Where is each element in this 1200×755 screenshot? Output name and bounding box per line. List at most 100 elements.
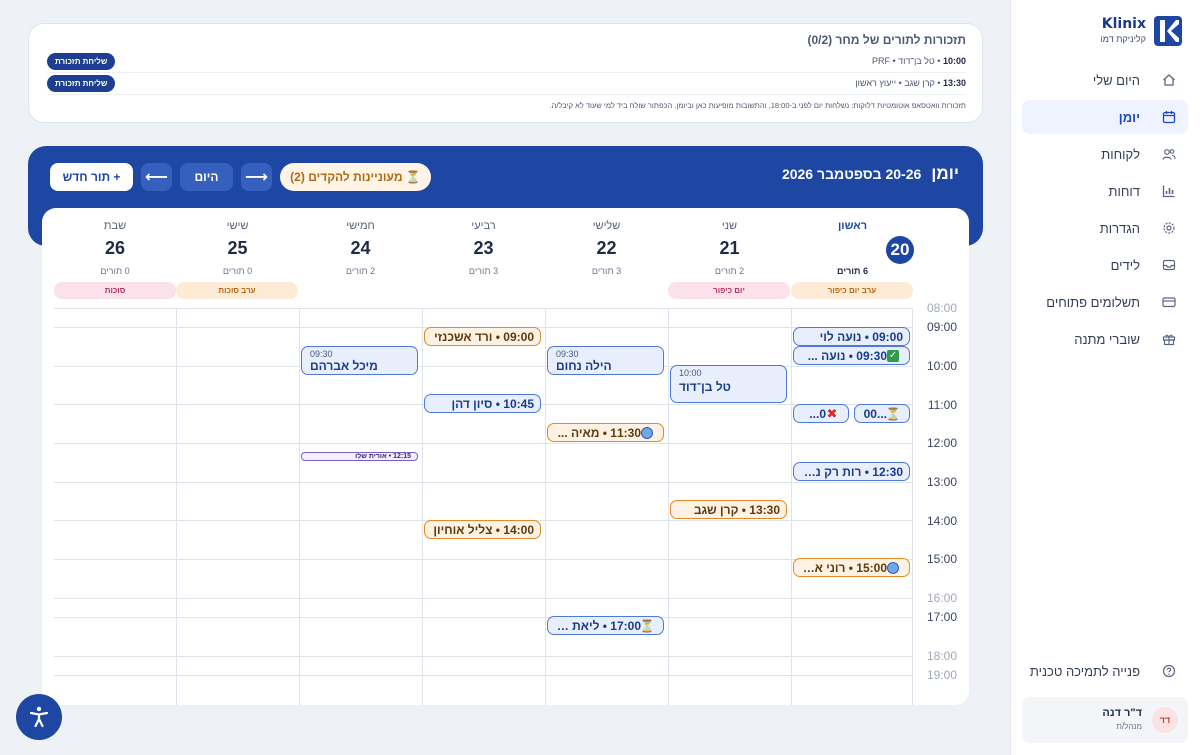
holiday-badge: ערב סוכות <box>176 282 298 299</box>
grid-column-divider <box>299 308 300 705</box>
accessibility-button[interactable] <box>16 694 62 740</box>
reminder-row: 13:30 • קרן שגב • ייעוץ ראשון שליחת תזכו… <box>47 75 966 95</box>
waitlist-button[interactable]: ⏳ מעוניינות להקדים (2) <box>280 163 431 191</box>
home-icon <box>1162 73 1176 87</box>
sidebar-item-label: הגדרות <box>1099 220 1140 236</box>
sidebar-item-clients[interactable]: לקוחות <box>1022 137 1188 171</box>
sidebar-item-my-day[interactable]: היום שלי <box>1022 63 1188 97</box>
grid-row-divider <box>54 675 913 676</box>
calendar-grid-card: ראשון 20 6 תורים שני 21 2 תורים שלישי 22… <box>42 208 969 705</box>
today-button[interactable]: היום <box>180 163 233 191</box>
day-name: שבת <box>103 220 127 232</box>
sidebar-item-gift-vouchers[interactable]: שוברי מתנה <box>1022 322 1188 356</box>
day-header-saturday[interactable]: שבת 26 0 תורים <box>54 208 176 282</box>
appointment-count: 6 תורים <box>837 266 868 276</box>
day-name: שני <box>721 220 738 232</box>
day-number: 22 <box>596 238 617 258</box>
avatar: דד <box>1152 707 1178 733</box>
appointment-label: 14:00 • צליל אוחיון <box>433 522 534 537</box>
sidebar-item-settings[interactable]: הגדרות <box>1022 211 1188 245</box>
user-role: מנהל/ת <box>1116 722 1142 731</box>
send-reminder-button[interactable]: שליחת תזכורת <box>47 53 116 70</box>
reminder-details: • טל בן־דוד • PRF <box>872 56 943 66</box>
appointment-name: הילה נחום <box>556 359 612 373</box>
day-header-friday[interactable]: שישי 25 0 תורים <box>176 208 299 282</box>
appointment[interactable]: 10:00 טל בן־דוד <box>670 365 787 403</box>
day-header-monday[interactable]: שני 21 2 תורים <box>668 208 791 282</box>
appointment[interactable]: 14:00 • צליל אוחיון <box>424 520 541 539</box>
user-name: ד"ר דנה <box>1102 707 1142 719</box>
appointment-label: 09:30 • נועה ... <box>807 348 887 363</box>
hour-label: 08:00 <box>926 301 957 315</box>
gear-icon <box>1162 221 1176 235</box>
support-link[interactable]: פנייה לתמיכה טכנית <box>1022 654 1188 688</box>
appointment-name: טל בן־דוד <box>679 380 731 394</box>
appointment-time: 10:00 <box>679 368 702 378</box>
next-week-button[interactable]: ⟶ <box>241 163 272 191</box>
holiday-badge: יום כיפור <box>668 282 790 299</box>
reminders-note: תזכורות וואטסאפ אוטומטיות דלוקות: נשלחות… <box>549 101 966 110</box>
sidebar-item-label: יומן <box>1118 109 1140 125</box>
hour-label: 17:00 <box>926 610 957 624</box>
appointment[interactable]: 09:30 מיכל אברהם <box>301 346 418 375</box>
appointment[interactable]: 13:30 • קרן שגב <box>670 500 787 519</box>
appointment-label: 13:30 • קרן שגב <box>693 502 780 517</box>
day-name: חמישי <box>346 220 375 232</box>
hour-label: 15:00 <box>926 552 957 566</box>
appointment[interactable]: 09:00 • נועה לוי <box>793 327 910 346</box>
appointment-count: 2 תורים <box>345 266 376 276</box>
prev-week-button[interactable]: ⟵ <box>141 163 172 191</box>
holiday-badge: סוכות <box>54 282 176 299</box>
support-label: פנייה לתמיכה טכנית <box>1029 663 1140 679</box>
hour-label: 14:00 <box>926 514 957 528</box>
user-profile[interactable]: דד ד"ר דנה מנהל/ת <box>1022 697 1188 743</box>
day-name: רביעי <box>471 220 496 232</box>
day-header-thursday[interactable]: חמישי 24 2 תורים <box>299 208 422 282</box>
day-header-tuesday[interactable]: שלישי 22 3 תורים <box>545 208 668 282</box>
brand[interactable]: Klinix קליניקת דמו <box>1022 16 1182 48</box>
appointment[interactable]: 12:30 • רות רק נש... <box>793 462 910 481</box>
inbox-icon <box>1162 258 1176 272</box>
appointment[interactable]: ⏳ 17:00 • ליאת א... <box>547 616 664 635</box>
sidebar-item-open-payments[interactable]: תשלומים פתוחים <box>1022 285 1188 319</box>
reminder-text: 13:30 • קרן שגב • ייעוץ ראשון <box>855 78 966 88</box>
accessibility-icon <box>29 706 49 728</box>
hour-label: 16:00 <box>926 591 957 605</box>
day-number: 20 <box>886 236 914 264</box>
new-appointment-button[interactable]: + תור חדש <box>50 163 133 191</box>
calendar-title: יומן 20-26 בספטמבר 2026 <box>782 164 959 184</box>
sidebar-item-label: לידים <box>1110 257 1140 273</box>
appointment-label: ...00 <box>863 406 887 421</box>
appointment[interactable]: 09:00 • ורד אשכנזי <box>424 327 541 346</box>
sidebar: Klinix קליניקת דמו היום שלי יומן לקוחות … <box>1010 0 1200 755</box>
sidebar-item-label: דוחות <box>1108 183 1141 199</box>
brand-name: Klinix <box>1101 16 1146 32</box>
appointment[interactable]: ✓ 09:30 • נועה ... <box>793 346 910 365</box>
appointment[interactable]: ⏳ ...00 <box>854 404 910 423</box>
reminders-title: תזכורות לתורים של מחר (0/2) <box>807 33 966 47</box>
appointment[interactable]: 11:30 • מאיה ... <box>547 423 664 442</box>
reminder-details: • קרן שגב • ייעוץ ראשון <box>855 78 943 88</box>
appointment-count: 3 תורים <box>591 266 622 276</box>
appointment-label: 12:30 • רות רק נש... <box>798 464 903 479</box>
sidebar-item-calendar[interactable]: יומן <box>1022 100 1188 134</box>
sidebar-item-leads[interactable]: לידים <box>1022 248 1188 282</box>
reminder-row: 10:00 • טל בן־דוד • PRF שליחת תזכורת <box>47 53 966 73</box>
appointment[interactable]: ✖ 0... <box>793 404 849 423</box>
sidebar-item-reports[interactable]: דוחות <box>1022 174 1188 208</box>
sidebar-nav: היום שלי יומן לקוחות דוחות הגדרות לידים … <box>1022 63 1188 359</box>
appointment-label: 0... <box>809 406 826 421</box>
help-icon <box>1162 664 1176 678</box>
send-reminder-button[interactable]: שליחת תזכורת <box>47 75 116 92</box>
appointment[interactable]: 10:45 • סיון דהן <box>424 394 541 413</box>
day-number: 26 <box>104 238 126 258</box>
appointment[interactable]: 09:30 הילה נחום <box>547 346 664 375</box>
hour-labels: 08:00 09:00 10:00 11:00 12:00 13:00 14:0… <box>913 301 969 705</box>
check-icon: ✓ <box>887 349 899 362</box>
appointment[interactable]: 15:00 • רוני אל... <box>793 558 910 577</box>
day-header-sunday[interactable]: ראשון 20 6 תורים <box>791 208 914 282</box>
day-name: ראשון <box>837 220 868 232</box>
day-header-wednesday[interactable]: רביעי 23 3 תורים <box>422 208 545 282</box>
appointment[interactable]: 12:15 • אורית שלו <box>301 452 418 461</box>
reminder-time: 13:30 <box>942 78 966 88</box>
